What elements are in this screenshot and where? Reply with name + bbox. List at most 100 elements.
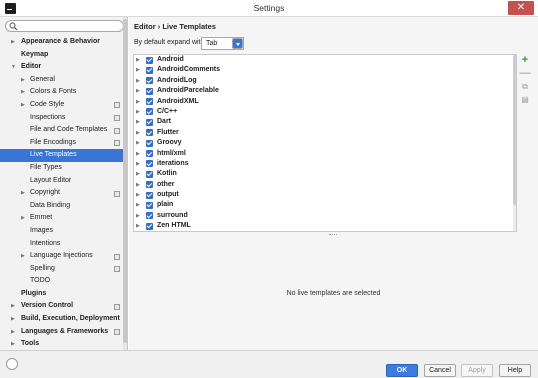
collapsed-arrow-icon[interactable]: ▶ (136, 86, 140, 96)
search-input[interactable] (19, 21, 119, 31)
template-group-checkbox[interactable] (146, 118, 153, 126)
collapsed-arrow-icon[interactable]: ▶ (11, 300, 15, 313)
splitter-handle[interactable] (329, 234, 337, 236)
sidebar-item[interactable]: File and Code Templates (0, 124, 127, 137)
template-group-checkbox[interactable] (146, 212, 153, 220)
collapsed-arrow-icon[interactable]: ▶ (11, 313, 15, 326)
collapsed-arrow-icon[interactable]: ▶ (136, 55, 140, 65)
sidebar-item[interactable]: Keymap (0, 49, 127, 62)
collapsed-arrow-icon[interactable]: ▶ (136, 76, 140, 86)
collapsed-arrow-icon[interactable]: ▶ (136, 169, 140, 179)
collapsed-arrow-icon[interactable]: ▶ (136, 221, 140, 231)
sidebar-item[interactable]: ▶ Copyright (0, 187, 127, 200)
change-group-icon[interactable]: ▤ (518, 93, 532, 106)
sidebar-item[interactable]: Data Binding (0, 200, 127, 213)
template-group-row[interactable]: ▶ Dart (134, 117, 516, 127)
sidebar-item[interactable]: ▶ Code Style (0, 99, 127, 112)
sidebar-item[interactable]: Intentions (0, 238, 127, 251)
sidebar-item[interactable]: Spelling (0, 263, 127, 276)
template-group-row[interactable]: ▶ C/C++ (134, 107, 516, 117)
collapsed-arrow-icon[interactable]: ▶ (136, 65, 140, 75)
template-group-row[interactable]: ▶ iterations (134, 159, 516, 169)
template-group-checkbox[interactable] (146, 160, 153, 168)
collapsed-arrow-icon[interactable]: ▶ (21, 212, 25, 225)
sidebar-item[interactable]: ▶ Emmet (0, 212, 127, 225)
remove-icon[interactable]: — (518, 67, 532, 80)
sidebar-item[interactable]: Live Templates (0, 149, 127, 162)
template-group-checkbox[interactable] (146, 139, 153, 147)
collapsed-arrow-icon[interactable]: ▶ (136, 211, 140, 221)
collapsed-arrow-icon[interactable]: ▶ (136, 159, 140, 169)
template-group-checkbox[interactable] (146, 87, 153, 95)
sidebar-item[interactable]: Plugins (0, 288, 127, 301)
collapsed-arrow-icon[interactable]: ▶ (11, 338, 15, 350)
sidebar-scrollbar[interactable] (123, 17, 127, 350)
template-group-row[interactable]: ▶ Flutter (134, 128, 516, 138)
collapsed-arrow-icon[interactable]: ▶ (136, 149, 140, 159)
search-box[interactable] (5, 20, 124, 32)
chevron-down-icon[interactable] (232, 38, 243, 49)
template-group-row[interactable]: ▶ Groovy (134, 138, 516, 148)
template-group-row[interactable]: ▶ Zen HTML (134, 221, 516, 231)
template-group-checkbox[interactable] (146, 222, 153, 230)
template-group-row[interactable]: ▶ output (134, 190, 516, 200)
sidebar-item[interactable]: File Encodings (0, 137, 127, 150)
sidebar-item[interactable]: Layout Editor (0, 175, 127, 188)
template-list-scrollbar-thumb[interactable] (513, 55, 516, 205)
template-list-scrollbar[interactable] (513, 55, 516, 231)
sidebar-item[interactable]: ▶ Build, Execution, Deployment (0, 313, 127, 326)
template-group-row[interactable]: ▶ other (134, 180, 516, 190)
template-group-row[interactable]: ▶ plain (134, 200, 516, 210)
help-button[interactable]: Help (499, 364, 531, 377)
template-group-row[interactable]: ▶ html/xml (134, 149, 516, 159)
sidebar-item[interactable]: ▶ Tools (0, 338, 127, 350)
template-group-row[interactable]: ▶ Android (134, 55, 516, 65)
copy-icon[interactable]: ⧉ (518, 80, 532, 93)
sidebar-item[interactable]: ▶ Version Control (0, 300, 127, 313)
collapsed-arrow-icon[interactable]: ▶ (136, 107, 140, 117)
template-group-checkbox[interactable] (146, 98, 153, 106)
cancel-button[interactable]: Cancel (424, 364, 456, 377)
template-group-checkbox[interactable] (146, 170, 153, 178)
collapsed-arrow-icon[interactable]: ▶ (136, 117, 140, 127)
expanded-arrow-icon[interactable]: ▼ (11, 61, 16, 74)
template-group-row[interactable]: ▶ AndroidComments (134, 65, 516, 75)
collapsed-arrow-icon[interactable]: ▶ (21, 250, 25, 263)
template-group-checkbox[interactable] (146, 77, 153, 85)
template-group-checkbox[interactable] (146, 181, 153, 189)
sidebar-item[interactable]: ▶ Colors & Fonts (0, 86, 127, 99)
sidebar-item[interactable]: ▶ Languages & Frameworks (0, 326, 127, 339)
collapsed-arrow-icon[interactable]: ▶ (136, 190, 140, 200)
collapsed-arrow-icon[interactable]: ▶ (21, 74, 25, 87)
sidebar-scrollbar-thumb[interactable] (123, 19, 127, 343)
template-group-checkbox[interactable] (146, 191, 153, 199)
template-group-checkbox[interactable] (146, 56, 153, 64)
sidebar-item[interactable]: ▶ Appearance & Behavior (0, 36, 127, 49)
help-icon[interactable] (6, 358, 18, 370)
sidebar-item[interactable]: Inspections (0, 112, 127, 125)
sidebar-item[interactable]: ▶ General (0, 74, 127, 87)
template-group-row[interactable]: ▶ AndroidParcelable (134, 86, 516, 96)
close-button[interactable]: ✕ (508, 1, 534, 15)
collapsed-arrow-icon[interactable]: ▶ (136, 138, 140, 148)
sidebar-item[interactable]: Images (0, 225, 127, 238)
template-group-row[interactable]: ▶ Kotlin (134, 169, 516, 179)
apply-button[interactable]: Apply (461, 364, 493, 377)
collapsed-arrow-icon[interactable]: ▶ (136, 180, 140, 190)
collapsed-arrow-icon[interactable]: ▶ (21, 187, 25, 200)
template-group-row[interactable]: ▶ surround (134, 211, 516, 221)
sidebar-item[interactable]: TODO (0, 275, 127, 288)
collapsed-arrow-icon[interactable]: ▶ (21, 86, 25, 99)
sidebar-item[interactable]: ▼ Editor (0, 61, 127, 74)
template-group-checkbox[interactable] (146, 108, 153, 116)
template-group-checkbox[interactable] (146, 150, 153, 158)
collapsed-arrow-icon[interactable]: ▶ (21, 99, 25, 112)
template-group-checkbox[interactable] (146, 129, 153, 137)
template-group-row[interactable]: ▶ AndroidLog (134, 76, 516, 86)
template-group-checkbox[interactable] (146, 66, 153, 74)
collapsed-arrow-icon[interactable]: ▶ (136, 128, 140, 138)
add-icon[interactable]: + (518, 54, 532, 67)
collapsed-arrow-icon[interactable]: ▶ (11, 36, 15, 49)
sidebar-item[interactable]: File Types (0, 162, 127, 175)
collapsed-arrow-icon[interactable]: ▶ (136, 97, 140, 107)
